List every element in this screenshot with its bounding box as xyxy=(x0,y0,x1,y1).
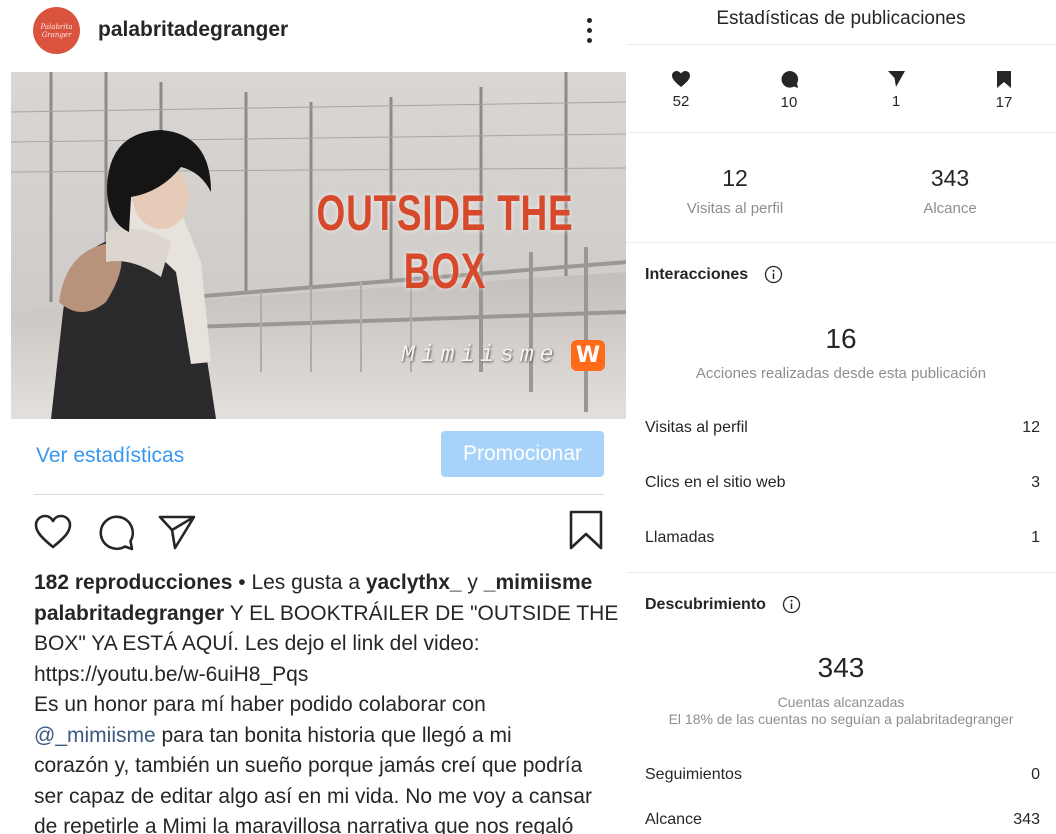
discovery-row-label: Seguimientos xyxy=(645,766,742,783)
divider xyxy=(626,572,1056,573)
liker-username[interactable]: _mimiisme xyxy=(484,571,593,594)
share-icon xyxy=(887,71,905,87)
interactions-row-label: Visitas al perfil xyxy=(645,419,748,436)
share-paper-plane-icon[interactable] xyxy=(158,514,196,550)
video-subtitle: Mimiisme xyxy=(401,342,560,368)
video-title-line2: BOX xyxy=(403,243,487,299)
metric-likes: 52 xyxy=(661,70,701,110)
reach-value: 343 xyxy=(930,165,970,191)
liker-username[interactable]: yaclythx_ xyxy=(366,571,462,594)
caption-line: palabritadegranger Y EL BOOKTRÁILER DE "… xyxy=(34,599,618,630)
video-title-line1: OUTSIDE THE xyxy=(316,185,574,241)
panel-title: Estadísticas de publicaciones xyxy=(716,8,966,29)
divider xyxy=(626,242,1056,243)
more-options-icon[interactable] xyxy=(580,16,600,48)
like-heart-icon[interactable] xyxy=(34,514,72,550)
comment-bubble-icon[interactable] xyxy=(97,514,135,552)
heart-icon xyxy=(672,71,690,87)
save-bookmark-icon[interactable] xyxy=(569,510,603,550)
metric-value: 1 xyxy=(891,93,901,110)
likes-and: y xyxy=(461,571,484,594)
video-title-text: OUTSIDE THE BOX xyxy=(315,184,575,300)
discovery-sublabel: El 18% de las cuentas no seguían a palab… xyxy=(668,711,1014,727)
avatar[interactable]: Palabrita Granger xyxy=(33,7,80,54)
wattpad-logo-icon: W xyxy=(571,340,605,371)
interactions-value: 16 xyxy=(825,323,857,354)
info-icon[interactable] xyxy=(782,595,801,614)
caption-url: https://youtu.be/w-6uiH8_Pqs xyxy=(34,662,309,686)
caption-line: BOX" YA ESTÁ AQUÍ. Les dejo el link del … xyxy=(34,632,480,655)
view-count[interactable]: 182 reproducciones xyxy=(34,571,232,594)
caption-line: @_mimiisme para tan bonita historia que … xyxy=(34,721,614,752)
avatar-text: Palabrita Granger xyxy=(40,22,73,39)
caption-line-likes: 182 reproducciones • Les gusta a yaclyth… xyxy=(34,568,614,599)
profile-visits-label: Visitas al perfil xyxy=(686,200,784,217)
bookmark-icon xyxy=(997,71,1011,88)
caption-line: de repetirle a Mimi la maravillosa narra… xyxy=(34,815,574,834)
caption-line: Es un honor para mí haber podido colabor… xyxy=(34,693,486,716)
comment-icon xyxy=(781,71,798,88)
discovery-row-value: 343 xyxy=(1013,811,1040,828)
interactions-title: Interacciones xyxy=(645,266,749,283)
interactions-label: Acciones realizadas desde esta publicaci… xyxy=(695,365,987,382)
metric-comments: 10 xyxy=(769,70,809,111)
discovery-value: 343 xyxy=(817,652,865,683)
post: Palabrita Granger palabritadegranger OUT… xyxy=(0,0,626,834)
wattpad-logo-letter: W xyxy=(575,343,601,368)
post-header: Palabrita Granger palabritadegranger xyxy=(0,0,626,66)
post-username[interactable]: palabritadegranger xyxy=(98,18,288,42)
metric-value: 17 xyxy=(995,94,1013,111)
interactions-row-label: Llamadas xyxy=(645,529,715,546)
interactions-row-value: 12 xyxy=(1022,419,1040,436)
interactions-row-label: Clics en el sitio web xyxy=(645,474,786,491)
divider xyxy=(626,132,1056,133)
interactions-row-value: 3 xyxy=(1031,474,1040,491)
caption-text: Y EL BOOKTRÁILER DE "OUTSIDE THE xyxy=(224,601,619,625)
discovery-label: Cuentas alcanzadas xyxy=(777,694,905,710)
interactions-row-value: 1 xyxy=(1031,529,1040,546)
promote-button[interactable]: Promocionar xyxy=(441,431,604,477)
post-insights-panel: Estadísticas de publicaciones 52 10 1 17… xyxy=(626,0,1056,834)
caption-author[interactable]: palabritadegranger xyxy=(34,602,224,625)
discovery-row-label: Alcance xyxy=(645,811,702,828)
caption-line: ser capaz de editar algo así en mi vida.… xyxy=(34,784,592,808)
discovery-title: Descubrimiento xyxy=(645,596,766,613)
caption-line: corazón y, también un sueño porque jamás… xyxy=(34,754,583,777)
metric-saves: 17 xyxy=(984,70,1024,111)
profile-visits-value: 12 xyxy=(722,165,748,191)
metric-value: 52 xyxy=(672,93,690,110)
divider xyxy=(626,44,1056,45)
likes-prefix: • Les gusta a xyxy=(232,571,366,594)
caption-mention-link[interactable]: @_mimiisme xyxy=(34,724,156,747)
caption-text: para tan bonita historia que llegó a mi xyxy=(155,723,512,747)
metric-shares: 1 xyxy=(876,70,916,110)
metric-value: 10 xyxy=(780,94,798,111)
post-caption: 182 reproducciones • Les gusta a yaclyth… xyxy=(34,568,618,834)
view-insights-link[interactable]: Ver estadísticas xyxy=(36,444,184,468)
info-icon[interactable] xyxy=(764,265,783,284)
post-media[interactable]: OUTSIDE THE BOX Mimiisme W xyxy=(11,72,626,419)
discovery-row-value: 0 xyxy=(1031,766,1040,783)
divider xyxy=(34,494,604,495)
reach-label: Alcance xyxy=(923,200,977,217)
